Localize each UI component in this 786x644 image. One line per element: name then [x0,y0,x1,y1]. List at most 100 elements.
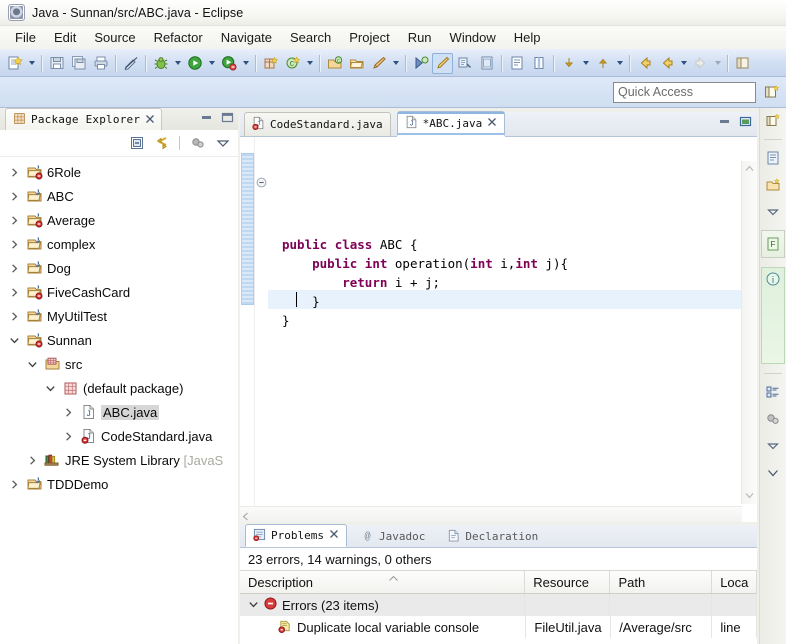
tree-item-tdddemo[interactable]: TDDDemo [0,472,238,496]
external-tools-dropdown-icon[interactable] [390,54,401,73]
new-java-class-dropdown-icon[interactable] [304,54,315,73]
run-last-tool-icon[interactable] [218,53,239,74]
save-all-icon[interactable] [68,53,89,74]
forward-disabled-dropdown-icon[interactable] [712,54,723,73]
skip-breakpoints-icon[interactable] [410,53,431,74]
menu-item-refactor[interactable]: Refactor [145,27,212,48]
chevron-right-icon[interactable] [60,428,76,444]
open-perspective-icon[interactable] [762,82,782,102]
chevron-right-icon[interactable] [24,452,40,468]
maximize-icon[interactable] [220,111,234,124]
minimize-icon[interactable] [199,111,213,124]
tree-item-codestandard-java[interactable]: J CodeStandard.java [0,424,238,448]
outline-tree-icon[interactable] [763,383,783,401]
column-header-location[interactable]: Loca [712,571,757,593]
chevron-down-icon[interactable] [248,598,259,613]
menu-item-run[interactable]: Run [399,27,441,48]
run-last-tool-dropdown-icon[interactable] [240,54,251,73]
forward-dropdown-icon[interactable] [678,54,689,73]
tree-item-myutiltest[interactable]: MyUtilTest [0,304,238,328]
chevron-right-icon[interactable] [6,188,22,204]
chevron-right-icon[interactable] [6,476,22,492]
next-annotation-icon[interactable] [558,53,579,74]
open-task-icon[interactable] [346,53,367,74]
editor-tab-codestandard[interactable]: J CodeStandard.java [244,112,391,136]
tree-item-fivecashcard[interactable]: FiveCashCard [0,280,238,304]
link-with-editor-icon[interactable] [152,134,171,153]
tree-item-abc-java[interactable]: J ABC.java [0,400,238,424]
code-editor[interactable]: public class ABC { public int operation(… [240,137,757,522]
menu-item-search[interactable]: Search [281,27,340,48]
chevron-right-icon[interactable] [60,404,76,420]
table-row[interactable]: Duplicate local variable console FileUti… [240,616,757,638]
toggle-block-selection-icon[interactable] [476,53,497,74]
pencil-edit-icon[interactable] [432,52,453,74]
debug-icon[interactable] [150,53,171,74]
restore-icon[interactable] [763,112,783,130]
hierarchy-icon[interactable] [763,410,783,428]
editor-tab-abc[interactable]: J *ABC.java [396,111,506,136]
forward-disabled-icon[interactable] [690,53,711,74]
tab-package-explorer[interactable]: Package Explorer [5,108,163,130]
view-menu-icon[interactable] [763,203,783,221]
save-icon[interactable] [46,53,67,74]
chevron-right-icon[interactable] [6,284,22,300]
tab-problems[interactable]: Problems [245,524,347,547]
code-content[interactable]: public class ABC { public int operation(… [268,137,757,522]
view-menu-icon[interactable] [213,134,232,153]
show-whitespace-icon[interactable] [528,53,549,74]
menu-item-window[interactable]: Window [441,27,505,48]
chevron-down-icon[interactable] [6,332,22,348]
menu-item-file[interactable]: File [6,27,45,48]
editor-horizontal-scrollbar[interactable] [240,506,742,522]
project-tree[interactable]: 6Role ABC Average complex Dog FiveCashCard MyU… [0,157,238,644]
open-perspective-toolbar-icon[interactable] [732,53,753,74]
forward-icon[interactable] [656,53,677,74]
annotation-ruler[interactable] [240,137,255,522]
column-header-description[interactable]: Description [240,571,526,593]
scroll-left-arrow[interactable] [242,510,249,522]
column-header-path[interactable]: Path [610,571,713,593]
view-menu-icon[interactable] [763,437,783,455]
open-type-icon[interactable]: C [324,53,345,74]
tab-javadoc[interactable]: @ Javadoc [353,525,433,547]
new-java-package-icon[interactable] [260,53,281,74]
tree-item-complex[interactable]: complex [0,232,238,256]
editor-vertical-scrollbar[interactable] [741,161,757,504]
info-view-icon[interactable]: i [761,267,785,364]
maximize-icon[interactable] [738,115,752,128]
tree-item-dog[interactable]: Dog [0,256,238,280]
menu-item-project[interactable]: Project [340,27,398,48]
collapse-all-icon[interactable] [127,134,146,153]
table-row[interactable]: Errors (23 items) [240,594,757,616]
search-reference-icon[interactable] [454,53,475,74]
chevron-right-icon[interactable] [6,236,22,252]
next-annotation-dropdown-icon[interactable] [580,54,591,73]
tree-item-sunnan[interactable]: Sunnan [0,328,238,352]
chevron-down-icon[interactable] [763,464,783,482]
print-icon[interactable] [90,53,111,74]
outline-view-icon[interactable] [763,149,783,167]
chevron-down-icon[interactable] [42,380,58,396]
menu-item-navigate[interactable]: Navigate [212,27,281,48]
chevron-right-icon[interactable] [6,260,22,276]
column-header-resource[interactable]: Resource [525,571,611,593]
back-icon[interactable] [634,53,655,74]
previous-annotation-dropdown-icon[interactable] [614,54,625,73]
chevron-right-icon[interactable] [6,308,22,324]
tree-item-abc[interactable]: ABC [0,184,238,208]
folding-ruler[interactable] [255,137,268,522]
menu-item-source[interactable]: Source [85,27,144,48]
close-icon[interactable] [487,117,497,130]
toggle-word-wrap-icon[interactable] [506,53,527,74]
chevron-right-icon[interactable] [6,212,22,228]
tree-item-6role[interactable]: 6Role [0,160,238,184]
toggle-mark-occurrences-icon[interactable] [120,53,141,74]
chevron-right-icon[interactable] [6,164,22,180]
run-icon[interactable] [184,53,205,74]
tree-item-average[interactable]: Average [0,208,238,232]
chevron-down-icon[interactable] [24,356,40,372]
new-wizard-icon[interactable] [4,53,25,74]
new-java-class-icon[interactable]: C [282,53,303,74]
quick-access-input[interactable]: Quick Access [613,81,756,103]
